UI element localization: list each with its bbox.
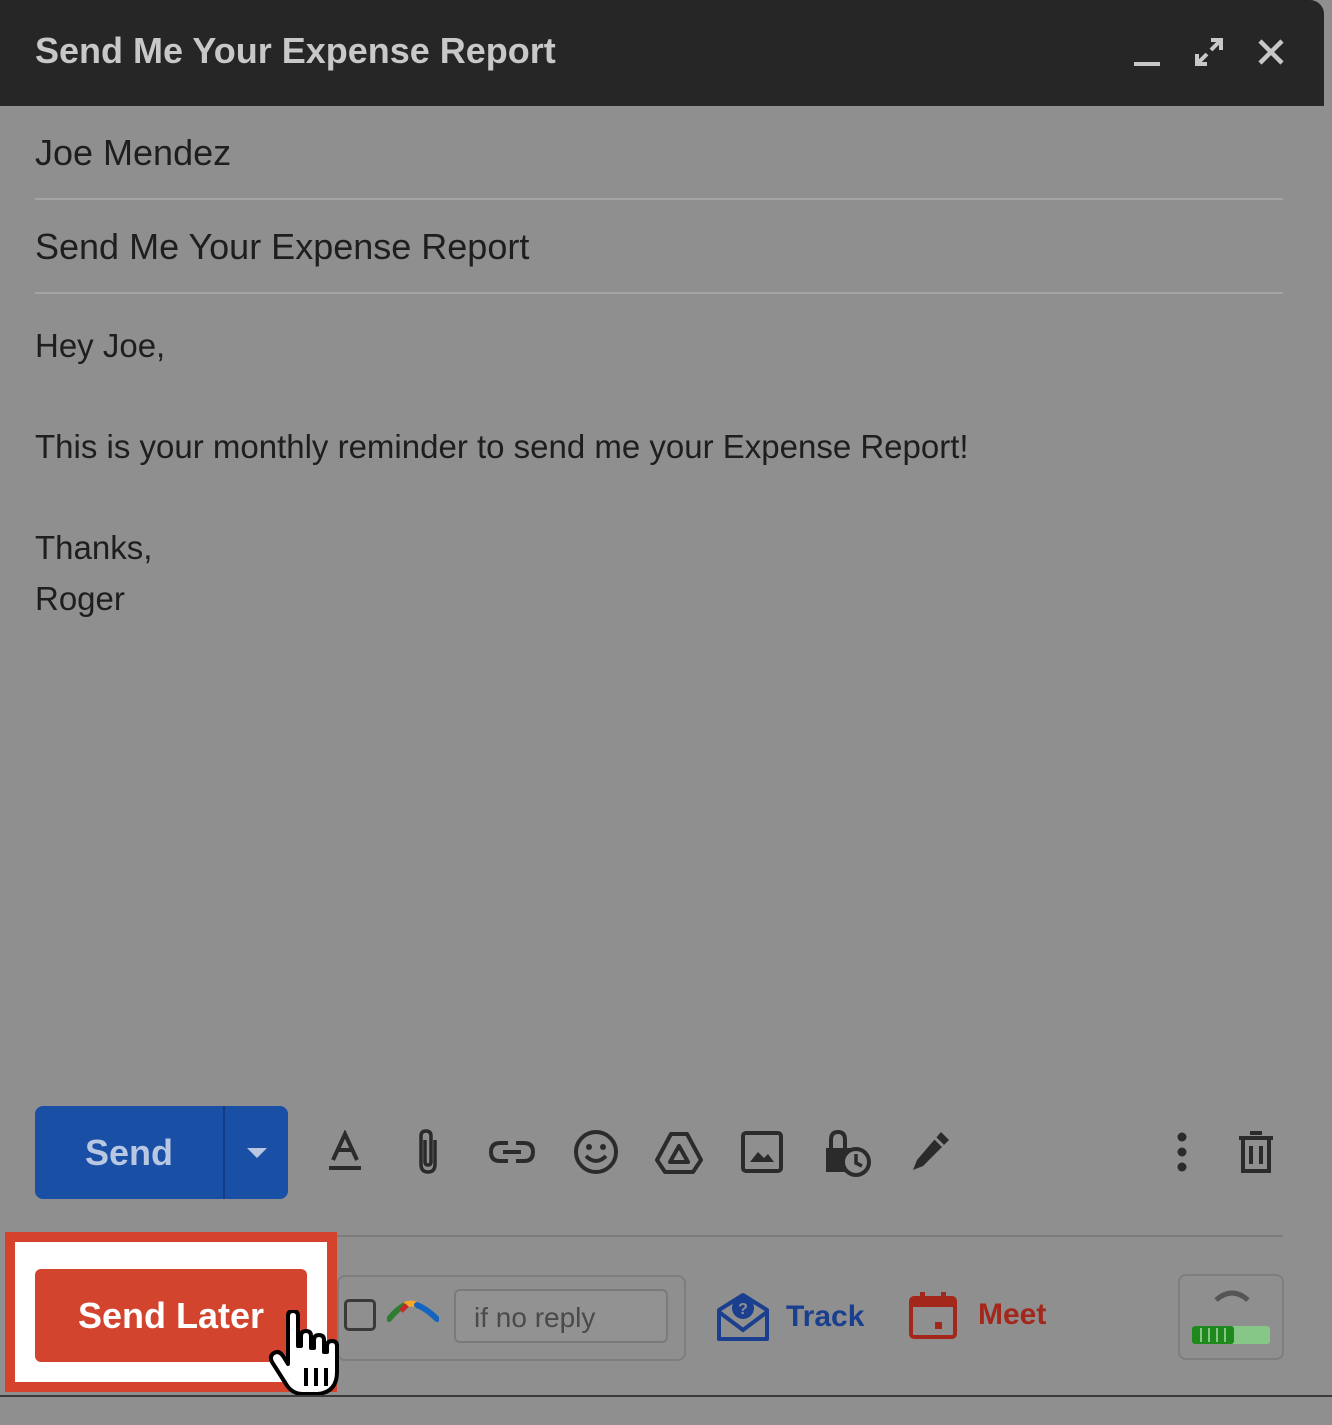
background-strip xyxy=(0,1397,1332,1425)
send-button-group: Send xyxy=(35,1106,288,1199)
hand-cursor-icon xyxy=(268,1309,346,1405)
boomerang-respondable-widget[interactable] xyxy=(1178,1274,1284,1360)
send-options-button[interactable] xyxy=(225,1106,288,1199)
signature-icon[interactable] xyxy=(901,1124,957,1180)
image-icon[interactable] xyxy=(734,1124,790,1180)
track-label[interactable]: Track xyxy=(786,1300,864,1334)
compose-title: Send Me Your Expense Report xyxy=(35,30,556,71)
more-options-icon[interactable] xyxy=(1154,1124,1210,1180)
meet-label[interactable]: Meet xyxy=(978,1298,1046,1332)
body-signature: Roger xyxy=(35,580,125,617)
body-greeting: Hey Joe, xyxy=(35,327,166,364)
track-icon[interactable]: ? xyxy=(716,1292,770,1347)
subject-field[interactable]: Send Me Your Expense Report xyxy=(35,226,1283,268)
close-icon[interactable] xyxy=(1251,32,1291,72)
text-format-icon[interactable] xyxy=(317,1124,373,1180)
minimize-icon[interactable] xyxy=(1126,32,1166,72)
emoji-icon[interactable] xyxy=(568,1124,624,1180)
expand-icon[interactable] xyxy=(1189,32,1229,72)
link-icon[interactable] xyxy=(484,1124,540,1180)
to-field[interactable]: Joe Mendez xyxy=(35,132,1283,174)
body-message: This is your monthly reminder to send me… xyxy=(35,428,969,465)
send-later-button[interactable]: Send Later xyxy=(35,1269,307,1362)
delete-icon[interactable] xyxy=(1228,1124,1284,1180)
boomerang-logo-icon xyxy=(386,1299,440,1328)
drive-icon[interactable] xyxy=(651,1124,707,1180)
no-reply-input[interactable]: if no reply xyxy=(454,1289,668,1343)
compose-titlebar[interactable]: Send Me Your Expense Report xyxy=(0,0,1324,106)
attach-icon[interactable] xyxy=(400,1124,456,1180)
svg-text:?: ? xyxy=(738,1301,748,1318)
chevron-down-icon xyxy=(246,1147,267,1158)
confidential-mode-icon[interactable] xyxy=(818,1124,874,1180)
divider xyxy=(35,292,1283,294)
send-button[interactable]: Send xyxy=(35,1106,225,1199)
calendar-icon[interactable] xyxy=(908,1290,958,1345)
boomerang-reminder-box: if no reply xyxy=(337,1275,686,1361)
compose-window: Send Me Your Expense Report Joe Mendez S… xyxy=(0,0,1324,1395)
body-signoff: Thanks, xyxy=(35,529,153,566)
divider xyxy=(35,198,1283,200)
reminder-checkbox[interactable] xyxy=(344,1299,376,1331)
